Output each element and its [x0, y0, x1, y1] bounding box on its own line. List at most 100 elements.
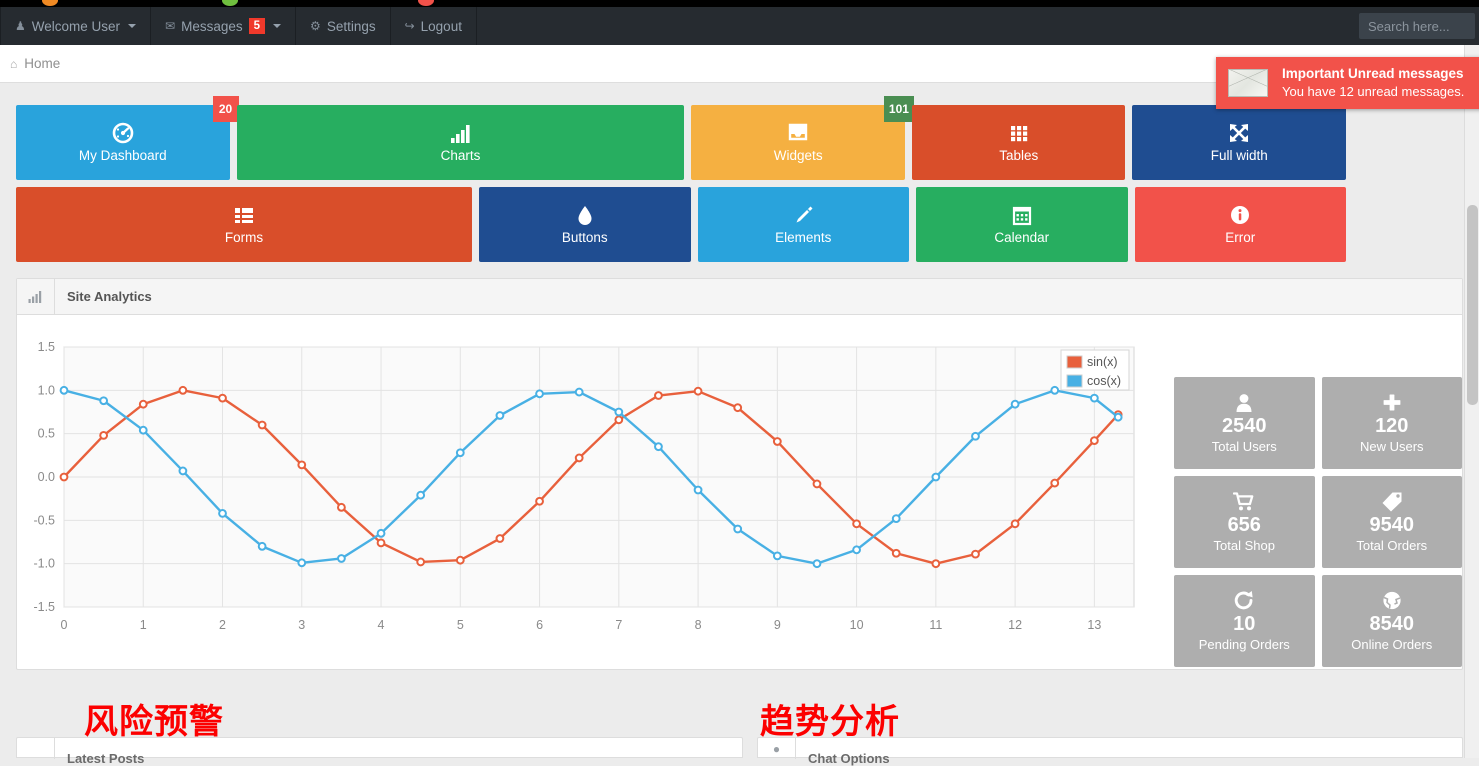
chart-xtick-label: 5: [457, 618, 464, 632]
chart-marker: [812, 559, 822, 569]
user-icon: ♟: [15, 19, 26, 33]
chart-marker: [218, 393, 227, 403]
stat-total-shop[interactable]: 656 Total Shop: [1174, 476, 1315, 568]
search-input[interactable]: [1359, 13, 1475, 39]
breadcrumb-label-home[interactable]: Home: [24, 56, 60, 71]
chart-marker: [733, 524, 743, 534]
browser-tab-favicon: [418, 0, 434, 6]
tile-label: My Dashboard: [78, 148, 167, 163]
chart-legend-label: cos(x): [1087, 374, 1121, 388]
stats-grid: 2540 Total Users 120 New Users 656 Total…: [1174, 377, 1462, 667]
chart-marker: [931, 559, 941, 569]
stat-total-orders[interactable]: 9540 Total Orders: [1321, 476, 1462, 568]
chart-legend-label: sin(x): [1087, 355, 1118, 369]
stat-number: 9540: [1369, 513, 1415, 536]
nav-label-logout: Logout: [420, 18, 462, 34]
stat-new-users[interactable]: 120 New Users: [1321, 377, 1462, 469]
stat-total-users[interactable]: 2540 Total Users: [1174, 377, 1315, 469]
chart-xtick-label: 1: [140, 618, 147, 632]
toast-body: You have 12 unread messages.: [1282, 84, 1465, 99]
chart-marker: [852, 519, 861, 529]
tile-elements[interactable]: Elements: [697, 187, 910, 262]
chart-marker: [693, 485, 703, 495]
chart-marker: [257, 420, 267, 430]
search-container: [1359, 7, 1479, 45]
chart-marker: [218, 509, 227, 518]
chart-xtick-label: 10: [850, 618, 864, 632]
tile-full-width[interactable]: Full width: [1132, 105, 1347, 180]
chart-ytick-label: -1.5: [33, 600, 55, 614]
site-analytics-chart[interactable]: -1.5-1.0-0.50.00.51.01.50 1 2 3 4 5 6 7 8 9 10 11 12…: [19, 337, 1161, 657]
chart-ytick-label: -0.5: [33, 513, 55, 527]
chart-marker: [574, 387, 584, 397]
nav-item-logout[interactable]: ↪ Logout: [391, 7, 477, 45]
browser-tab-favicon: [222, 0, 238, 6]
stat-number: 2540: [1222, 414, 1267, 437]
chart-marker: [852, 545, 861, 555]
tile-label: Full width: [1210, 148, 1268, 163]
bar-chart-icon: [17, 279, 55, 314]
tile-tables[interactable]: Tables: [911, 105, 1126, 180]
chevron-down-icon: [128, 24, 137, 28]
browser-chrome-strip: [0, 0, 1479, 7]
stat-online-orders[interactable]: 8540 Online Orders: [1321, 575, 1462, 667]
tile-calendar[interactable]: Calendar: [916, 187, 1128, 262]
chart-marker: [455, 448, 465, 458]
tile-label: Charts: [440, 148, 481, 163]
chart-marker: [772, 437, 782, 446]
stat-number: 10: [1233, 612, 1256, 635]
unread-messages-toast[interactable]: Important Unread messages You have 12 un…: [1216, 57, 1479, 109]
annotation-trend-analysis: 趋势分析: [760, 702, 900, 742]
tile-charts[interactable]: Charts: [236, 105, 685, 180]
tile-label: Error: [1225, 230, 1256, 245]
browser-tab-favicon: [42, 0, 58, 6]
tile-widgets[interactable]: Widgets 101: [691, 96, 914, 180]
chart-marker: [535, 496, 544, 506]
nav-label-welcome-user: Welcome User: [31, 18, 121, 34]
scrollbar-thumb[interactable]: [1467, 205, 1478, 405]
chart-marker: [455, 555, 465, 565]
tile-label: Calendar: [994, 230, 1050, 245]
tile-forms[interactable]: Forms: [16, 187, 473, 262]
chart-marker: [971, 549, 980, 559]
chart-marker: [574, 453, 584, 463]
nav-item-welcome-user[interactable]: ♟ Welcome User: [0, 7, 152, 45]
tile-badge-widgets: 101: [883, 96, 914, 122]
tile-buttons[interactable]: Buttons: [479, 187, 691, 262]
tile-my-dashboard[interactable]: My Dashboard 20: [16, 96, 239, 180]
gear-icon: ⚙: [310, 19, 321, 33]
chart-marker: [138, 399, 148, 409]
chart-marker: [535, 389, 544, 399]
tile-label: Widgets: [773, 148, 823, 163]
nav-item-settings[interactable]: ⚙ Settings: [296, 7, 391, 45]
nav-item-messages[interactable]: ✉ Messages 5: [151, 7, 297, 45]
chart-marker: [1089, 393, 1099, 403]
chart-marker: [59, 385, 69, 395]
chart-marker: [1050, 478, 1060, 488]
stat-label: Online Orders: [1351, 636, 1433, 652]
chart-marker: [178, 466, 188, 476]
chart-marker: [1010, 399, 1020, 409]
expand-arrows-icon: [1226, 121, 1252, 145]
chart-marker: [693, 386, 703, 396]
chart-marker: [178, 385, 188, 395]
cart-icon: [1233, 491, 1255, 512]
calendar-icon: [1009, 203, 1035, 227]
chart-marker: [416, 557, 426, 567]
chart-marker: [1050, 385, 1060, 395]
tile-label: Tables: [999, 148, 1039, 163]
stat-pending-orders[interactable]: 10 Pending Orders: [1174, 575, 1315, 667]
droplet-icon: [572, 203, 598, 227]
chart-marker: [772, 551, 782, 561]
chart-xtick-label: 4: [378, 618, 385, 632]
plus-icon: [1381, 392, 1403, 413]
chart-marker: [257, 541, 267, 551]
stat-label: Total Shop: [1213, 537, 1275, 553]
page-scrollbar[interactable]: [1464, 45, 1479, 758]
user-icon: [1233, 392, 1255, 413]
chart-ytick-label: 0.5: [38, 427, 55, 441]
chart-ytick-label: 0.0: [38, 470, 55, 484]
info-icon: [1227, 203, 1253, 227]
tile-error[interactable]: Error: [1134, 187, 1347, 262]
nav-label-messages: Messages: [181, 18, 243, 34]
